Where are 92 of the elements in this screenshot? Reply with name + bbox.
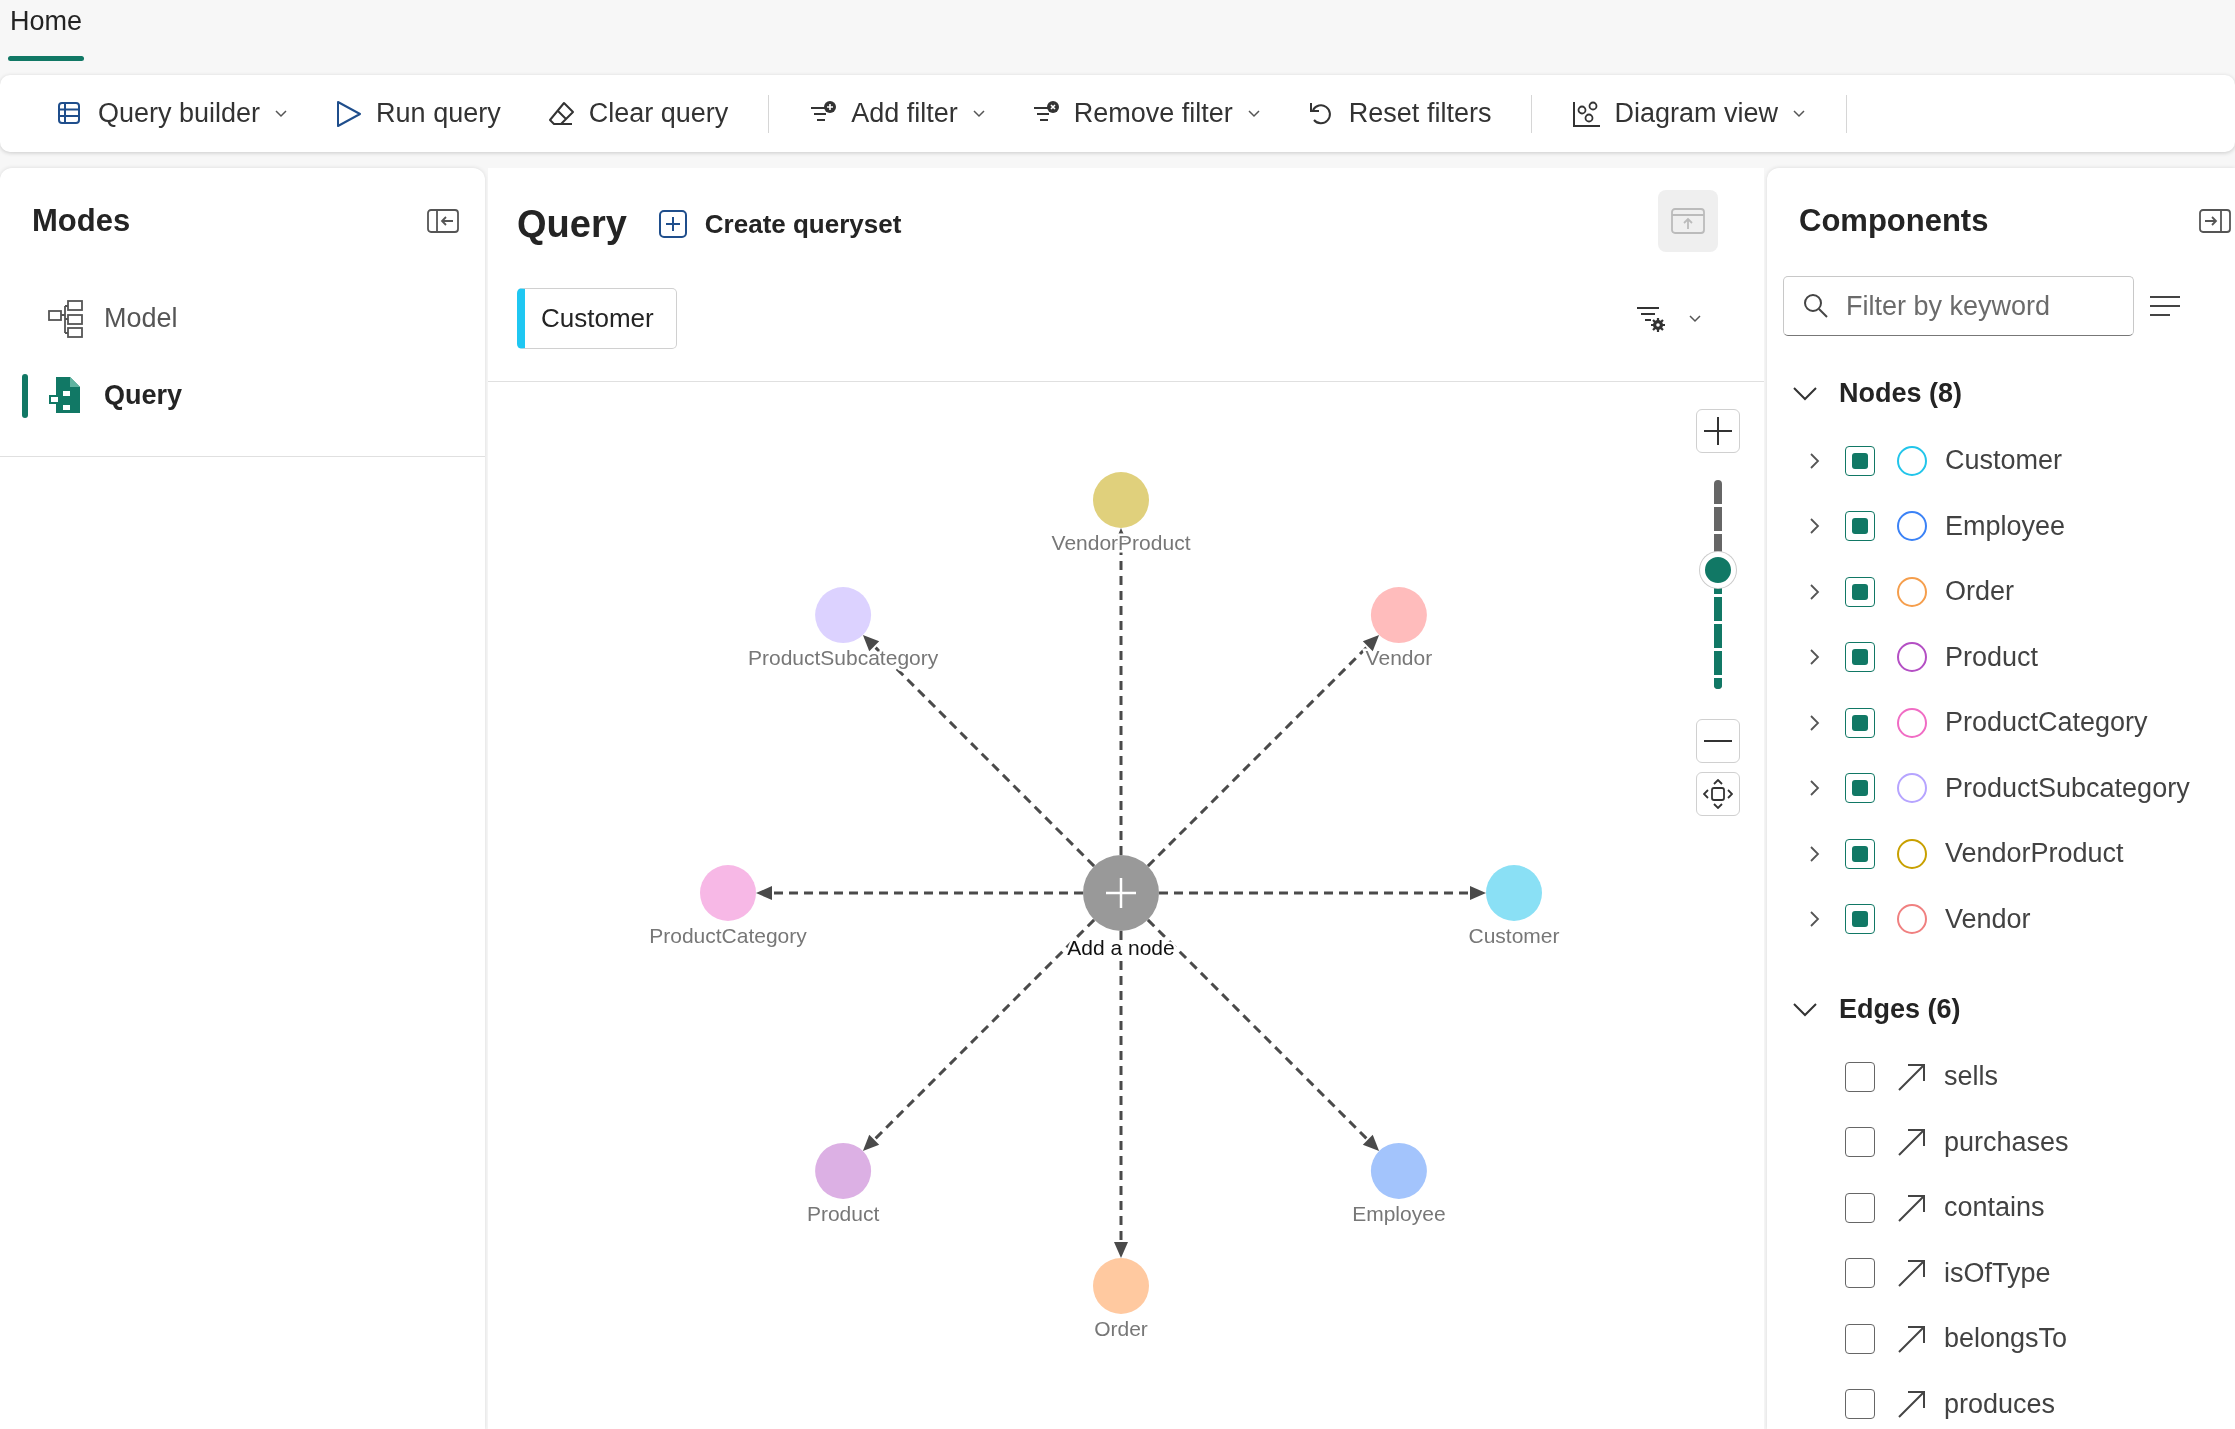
chevron-down-icon bbox=[1793, 385, 1817, 401]
toolbar-button[interactable]: Query builder bbox=[44, 90, 301, 137]
selection-indicator bbox=[22, 373, 28, 418]
toolbar-button[interactable]: Add filter bbox=[797, 90, 998, 137]
upload-icon bbox=[1671, 208, 1705, 234]
edge-type-label: belongsTo bbox=[1944, 1323, 2068, 1355]
node-type-label: VendorProduct bbox=[1945, 838, 2124, 870]
menu-icon[interactable] bbox=[2150, 295, 2180, 317]
toolbar-button[interactable]: Diagram view bbox=[1560, 90, 1818, 137]
zoom-out-button[interactable] bbox=[1696, 719, 1740, 763]
node-type-label: Vendor bbox=[1945, 903, 2031, 935]
zoom-in-button[interactable] bbox=[1696, 409, 1740, 453]
toolbar-button[interactable]: Run query bbox=[322, 90, 513, 137]
mode-item[interactable]: Query bbox=[0, 357, 485, 434]
checkbox[interactable] bbox=[1845, 773, 1875, 804]
model-diagram-icon bbox=[48, 298, 84, 339]
checkbox[interactable] bbox=[1845, 1061, 1875, 1092]
node-label: VendorProduct bbox=[1051, 531, 1191, 554]
checkbox[interactable] bbox=[1845, 1323, 1875, 1354]
expand-panel-icon[interactable] bbox=[2199, 209, 2231, 233]
checkbox[interactable] bbox=[1845, 445, 1875, 476]
diagonal-arrow-icon bbox=[1897, 1061, 1926, 1092]
checkbox[interactable] bbox=[1845, 707, 1875, 738]
edge-type-label: isOfType bbox=[1944, 1257, 2051, 1289]
minus-icon bbox=[1704, 739, 1732, 743]
node-label: Vendor bbox=[1365, 646, 1433, 670]
diagonal-arrow-icon bbox=[1897, 1127, 1926, 1158]
graph-node[interactable] bbox=[815, 587, 872, 644]
edge-type-label: purchases bbox=[1944, 1126, 2069, 1158]
node-label: Employee bbox=[1352, 1201, 1446, 1225]
diagonal-arrow-icon bbox=[1897, 1389, 1926, 1420]
chevron-down-icon bbox=[1793, 1001, 1817, 1017]
zoom-slider[interactable] bbox=[1698, 480, 1738, 689]
graph-node[interactable] bbox=[1093, 1258, 1149, 1314]
graph-node[interactable] bbox=[1093, 472, 1149, 528]
checkbox[interactable] bbox=[1845, 1258, 1875, 1289]
node-label: ProductSubcategory bbox=[747, 646, 939, 670]
node-type-label: ProductCategory bbox=[1945, 707, 2148, 739]
diagonal-arrow-icon bbox=[1897, 1258, 1926, 1289]
filter-gear-icon bbox=[1636, 304, 1666, 333]
graph-node[interactable] bbox=[1370, 587, 1427, 644]
edge-type-label: contains bbox=[1944, 1192, 2045, 1224]
create-queryset-button[interactable]: Create queryset bbox=[658, 204, 902, 244]
panel-title: Components bbox=[1799, 203, 1989, 239]
graph-node[interactable] bbox=[815, 1142, 872, 1199]
fit-view-button[interactable] bbox=[1696, 772, 1740, 816]
checkbox[interactable] bbox=[1845, 642, 1875, 673]
fit-view-icon bbox=[1703, 779, 1733, 809]
mode-item[interactable]: Model bbox=[0, 280, 485, 357]
node-label: Product bbox=[806, 1201, 880, 1225]
checkbox[interactable] bbox=[1845, 576, 1875, 607]
collapse-panel-icon[interactable] bbox=[427, 209, 459, 233]
play-icon bbox=[334, 99, 363, 128]
graph-node[interactable] bbox=[1486, 865, 1542, 921]
toolbar-button[interactable]: Reset filters bbox=[1294, 90, 1504, 137]
graph-node[interactable] bbox=[700, 865, 756, 921]
node-label: ProductCategory bbox=[649, 924, 807, 947]
checkbox[interactable] bbox=[1845, 1127, 1875, 1158]
panel-title: Modes bbox=[32, 203, 131, 239]
search-icon bbox=[1803, 293, 1829, 319]
node-type-label: Employee bbox=[1945, 510, 2066, 542]
node-type-label: Order bbox=[1945, 576, 2015, 608]
toolbar-button[interactable]: Remove filter bbox=[1019, 90, 1273, 137]
plus-square-icon bbox=[658, 210, 687, 238]
node-type-label: Customer bbox=[1945, 445, 2063, 477]
checkbox[interactable] bbox=[1845, 511, 1875, 542]
edge-type-label: sells bbox=[1944, 1061, 1998, 1093]
section-header[interactable]: Edges (6) bbox=[1767, 974, 1961, 1044]
diagonal-arrow-icon bbox=[1897, 1192, 1926, 1223]
checkbox[interactable] bbox=[1845, 1192, 1875, 1223]
node-label: Order bbox=[1094, 1317, 1148, 1340]
node-label: Customer bbox=[1468, 924, 1560, 947]
slider-thumb[interactable] bbox=[1700, 551, 1736, 588]
node-type-label: Product bbox=[1945, 641, 2039, 673]
checkbox[interactable] bbox=[1845, 904, 1875, 935]
eraser-icon bbox=[546, 99, 575, 128]
search-field[interactable]: Filter by keyword bbox=[1783, 276, 2134, 336]
node-chip[interactable]: Customer bbox=[517, 288, 677, 349]
plus-icon bbox=[1704, 417, 1732, 445]
add-node-button[interactable] bbox=[1083, 855, 1159, 931]
checkbox[interactable] bbox=[1845, 838, 1875, 869]
diagonal-arrow-icon bbox=[1897, 1323, 1926, 1354]
checkbox[interactable] bbox=[1845, 1389, 1875, 1420]
node-type-label: ProductSubcategory bbox=[1945, 772, 2190, 804]
graph-node[interactable] bbox=[1370, 1142, 1427, 1199]
home-tab[interactable]: Home bbox=[8, 0, 85, 75]
section-header[interactable]: Nodes (8) bbox=[1767, 358, 1963, 428]
query-title: Query bbox=[517, 202, 627, 246]
scatter-chart-icon bbox=[1572, 99, 1601, 128]
add-node-label: Add a node bbox=[1067, 936, 1175, 959]
edge-type-label: produces bbox=[1944, 1388, 2056, 1420]
toolbar-button[interactable]: Clear query bbox=[534, 90, 741, 137]
